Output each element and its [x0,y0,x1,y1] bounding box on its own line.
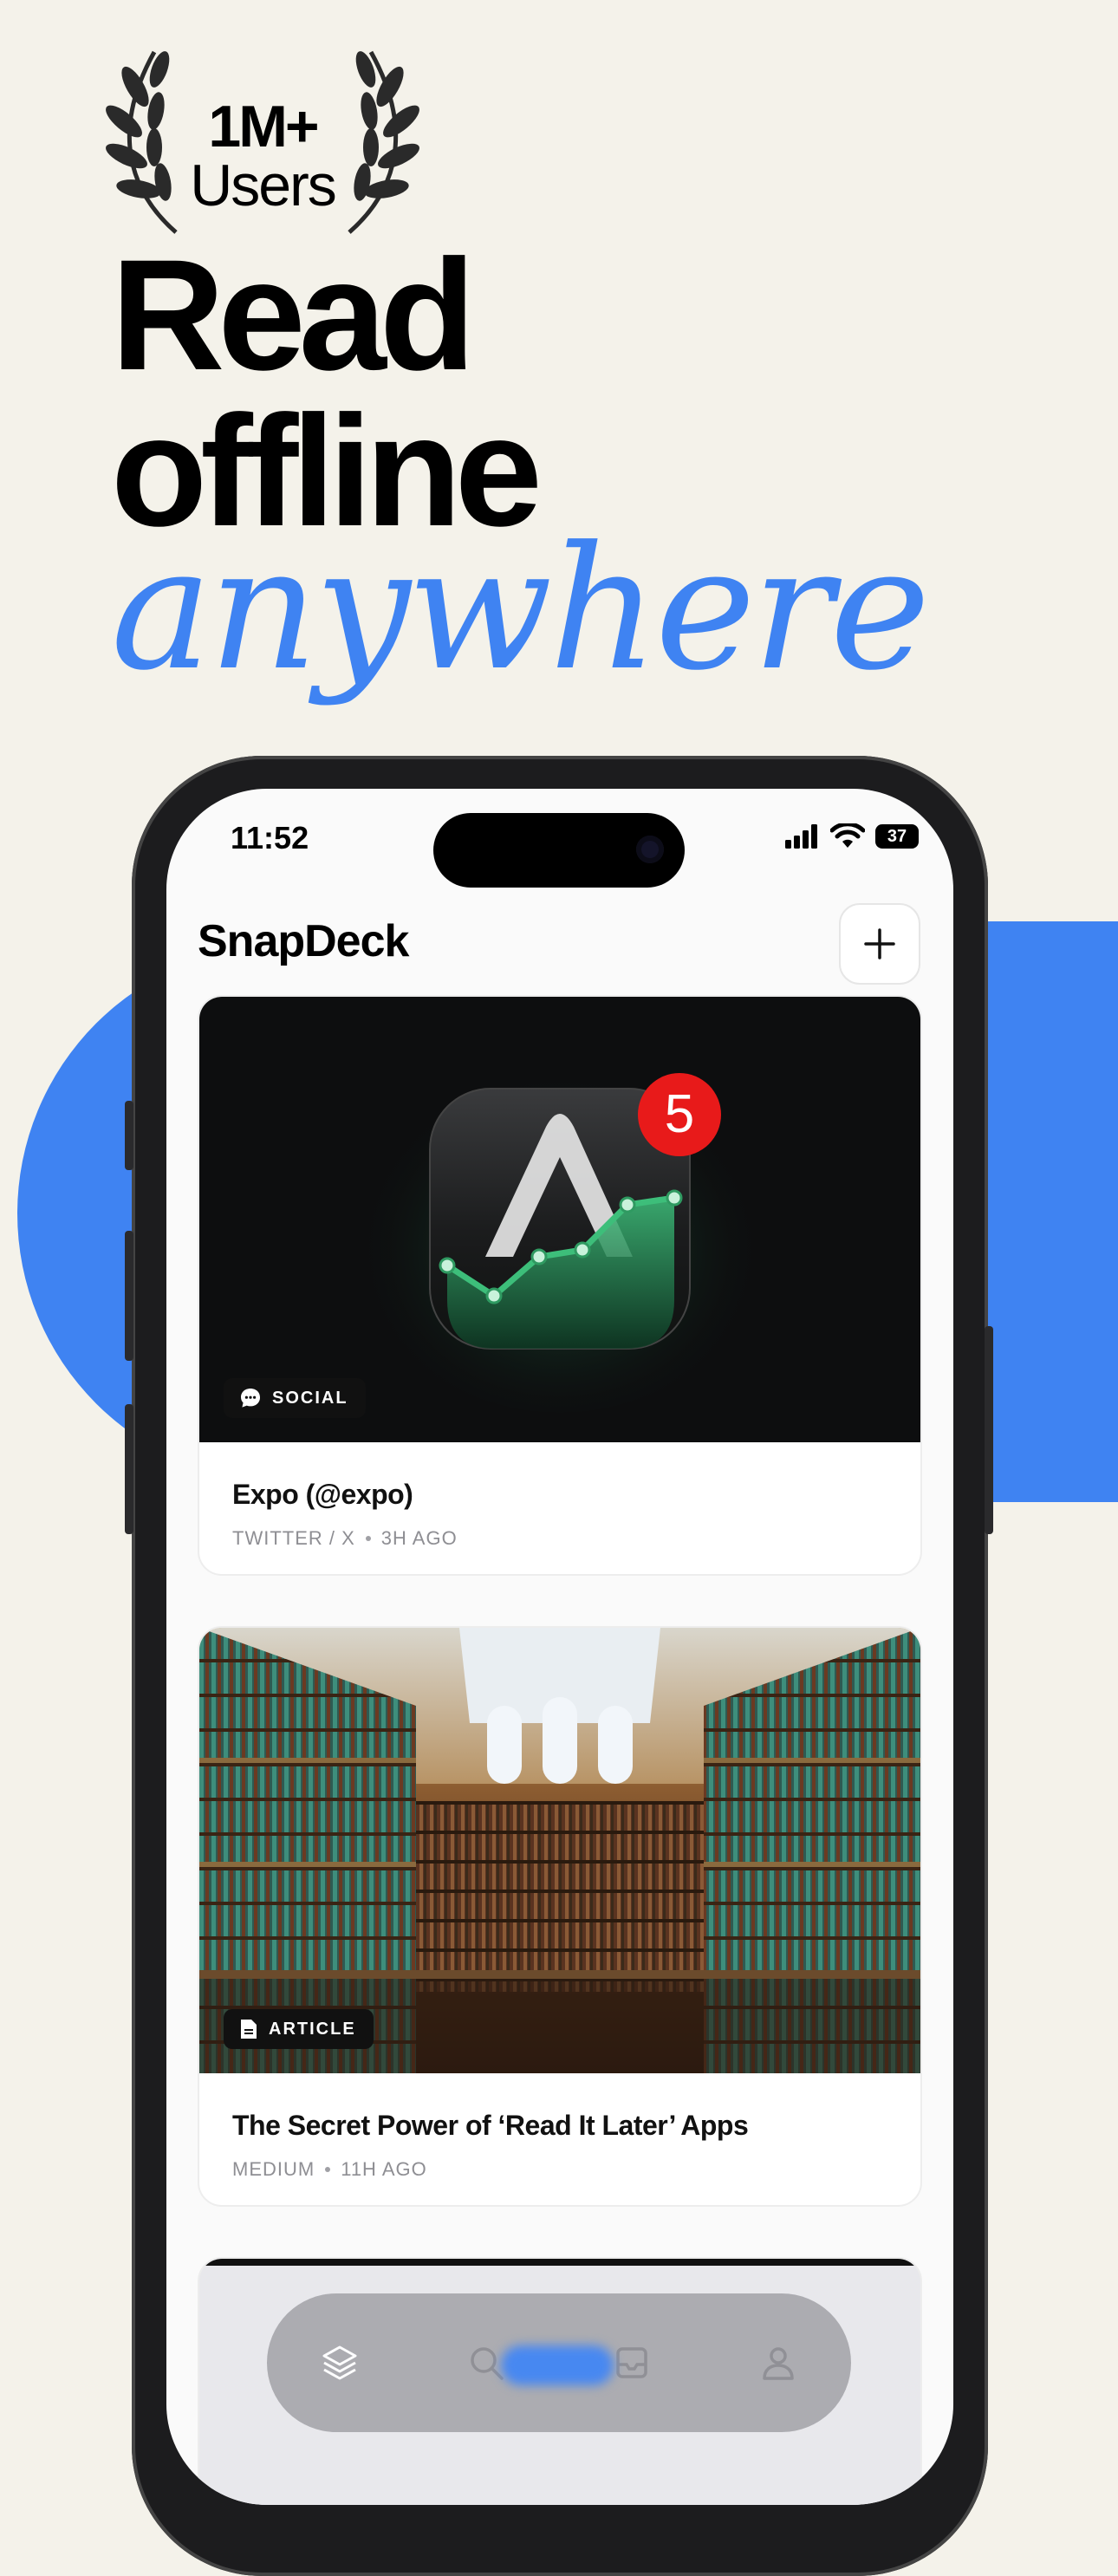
badge-users-text: Users [190,153,337,218]
separator-dot [365,1536,371,1541]
status-time: 11:52 [231,820,309,855]
card-time: 3H AGO [380,1527,458,1549]
chat-bubble-icon [241,1389,260,1408]
card-image: ARTICLE [199,1628,920,2073]
content-tag: ARTICLE [224,2009,374,2049]
dynamic-island [433,813,685,888]
notification-badge-count: 5 [664,1084,695,1144]
phone-side-button [985,1326,993,1534]
headline-line-1: Read [111,226,476,403]
layers-icon [322,2345,357,2380]
app-title: SnapDeck [198,916,409,966]
wifi-icon [830,823,865,848]
tag-label: ARTICLE [269,2019,356,2039]
feed-card[interactable]: 5 SOCIAL Expo (@expo) TWITTER / X 3H AGO [198,995,922,1576]
feed-card[interactable]: ARTICLE The Secret Power of ‘Read It Lat… [198,1626,922,2207]
separator-dot [325,2167,331,2172]
tab-active-indicator [501,2345,614,2385]
tag-label: SOCIAL [272,1388,348,1408]
plus-icon [864,928,895,959]
phone-screen: 11:52 37 SnapDeck 5 SOCIAL Expo (@expo) … [166,789,953,2505]
add-button[interactable] [839,903,920,985]
app-icon-chart-image [352,1049,768,1413]
document-icon [241,2020,257,2039]
card-title: The Secret Power of ‘Read It Later’ Apps [232,2110,749,2141]
phone-volume-up-button [125,1231,133,1361]
battery-icon: 37 [875,824,919,849]
badge-count-text: 1M+ [208,94,319,159]
tab-profile[interactable] [744,2328,813,2397]
content-tag: SOCIAL [224,1378,366,1418]
profile-icon [763,2347,794,2380]
card-source: TWITTER / X [232,1527,355,1549]
card-meta: MEDIUM 11H AGO [232,2158,427,2181]
card-source: MEDIUM [232,2158,315,2180]
camera-icon [636,836,664,863]
library-interior-image [199,1628,920,2073]
phone-action-button [125,1101,133,1170]
tab-library[interactable] [305,2328,374,2397]
card-title: Expo (@expo) [232,1479,413,1510]
inbox-icon [616,2347,647,2378]
headline-line-3: anywhere [111,511,930,708]
card-image: 5 SOCIAL [199,997,920,1442]
tab-bar [267,2293,851,2432]
users-laurel-badge: 1M+ Users [94,35,432,234]
status-icons: 37 [785,823,919,849]
card-time: 11H AGO [341,2158,427,2180]
card-image-edge [199,2259,920,2266]
card-meta: TWITTER / X 3H AGO [232,1527,458,1550]
signal-icon [785,824,817,849]
phone-volume-down-button [125,1404,133,1534]
